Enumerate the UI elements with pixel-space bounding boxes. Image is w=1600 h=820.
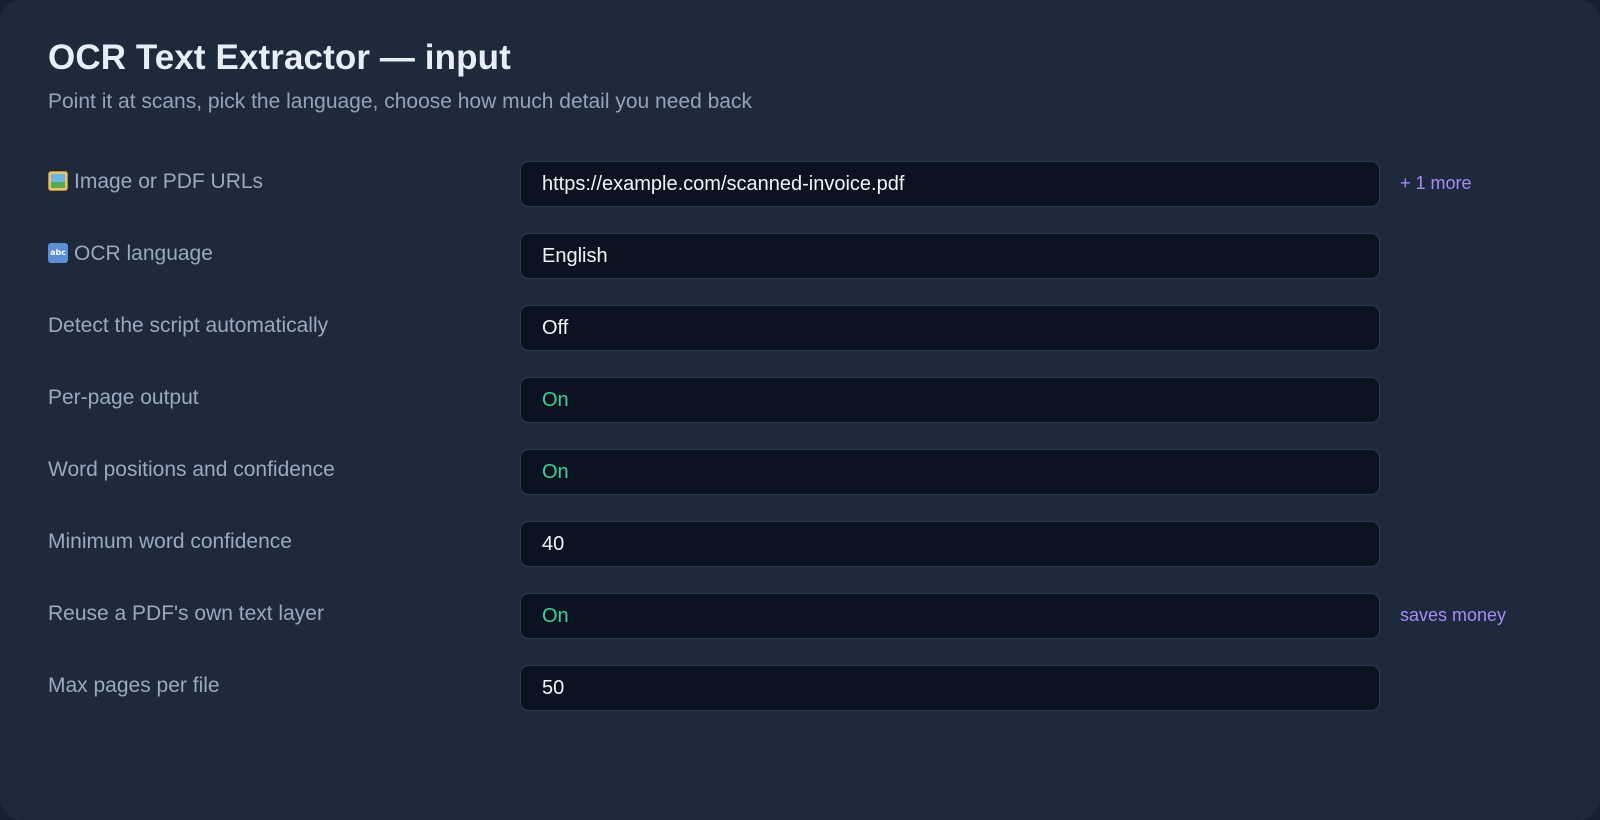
field-row-image-urls: Image or PDF URLs https://example.com/sc… [48,161,1568,209]
field-row-ocr-language: abc OCR language English [48,233,1568,281]
page-subtitle: Point it at scans, pick the language, ch… [48,90,752,113]
field-label-reuse-text-layer: Reuse a PDF's own text layer [48,602,324,625]
min-confidence-input[interactable]: 40 [520,521,1380,567]
field-label-per-page-output: Per-page output [48,386,199,409]
abc-input-icon: abc [48,243,68,263]
field-label-detect-script: Detect the script automatically [48,314,329,337]
ocr-language-select[interactable]: English [520,233,1380,279]
max-pages-input[interactable]: 50 [520,665,1380,711]
saves-money-hint: saves money [1400,605,1507,625]
field-label-ocr-language: abc OCR language [48,233,213,275]
field-label-image-urls: Image or PDF URLs [48,161,263,203]
field-row-min-confidence: Minimum word confidence 40 [48,521,1568,569]
ocr-input-panel: OCR Text Extractor — input Point it at s… [0,0,1600,820]
field-row-detect-script: Detect the script automatically Off [48,305,1568,353]
field-label-max-pages: Max pages per file [48,674,220,697]
field-row-per-page-output: Per-page output On [48,377,1568,425]
input-form: Image or PDF URLs https://example.com/sc… [48,161,1568,737]
field-label-min-confidence: Minimum word confidence [48,530,292,553]
per-page-output-toggle[interactable]: On [520,377,1380,423]
image-urls-input[interactable]: https://example.com/scanned-invoice.pdf [520,161,1380,207]
field-row-reuse-text-layer: Reuse a PDF's own text layer On saves mo… [48,593,1568,641]
field-label-word-positions: Word positions and confidence [48,458,335,481]
page-title: OCR Text Extractor — input [48,38,511,77]
field-row-max-pages: Max pages per file 50 [48,665,1568,713]
framed-picture-icon [48,171,68,191]
field-row-word-positions: Word positions and confidence On [48,449,1568,497]
field-label-text: Image or PDF URLs [74,170,264,193]
more-urls-link[interactable]: + 1 more [1400,161,1472,205]
detect-script-toggle[interactable]: Off [520,305,1380,351]
field-label-text: OCR language [74,242,213,265]
word-positions-toggle[interactable]: On [520,449,1380,495]
reuse-text-layer-toggle[interactable]: On [520,593,1380,639]
